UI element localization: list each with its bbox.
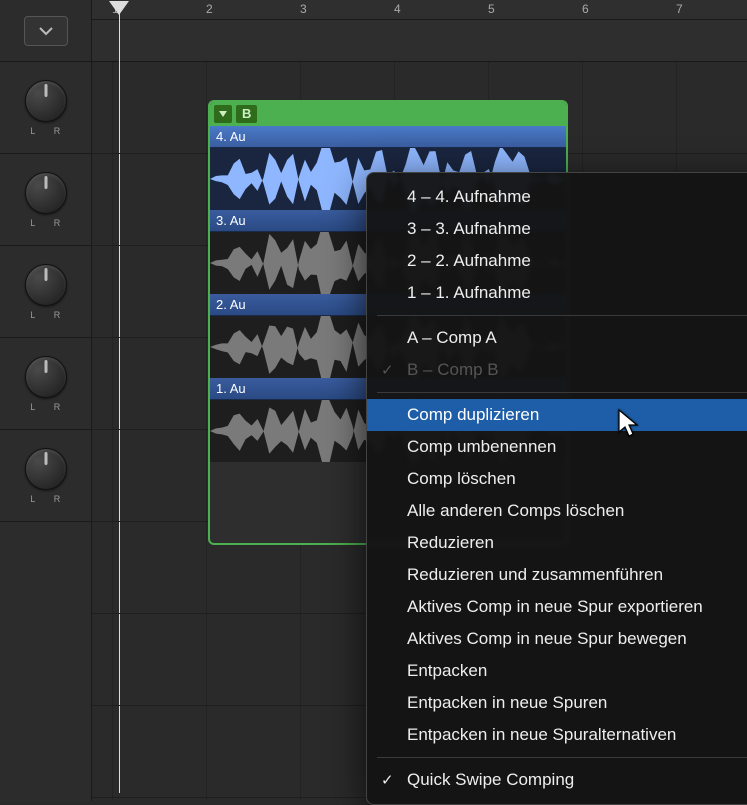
checkmark-icon: ✓ — [381, 360, 394, 382]
take-folder-header[interactable]: B — [210, 102, 566, 126]
menu-item: ✓ B – Comp B — [367, 354, 747, 386]
playhead[interactable] — [109, 1, 129, 15]
menu-item[interactable]: Aktives Comp in neue Spur exportieren — [367, 591, 747, 623]
menu-item[interactable]: Comp duplizieren — [367, 399, 747, 431]
menu-item[interactable]: Comp umbenennen — [367, 431, 747, 463]
pan-left-label: L — [30, 310, 36, 320]
pan-right-label: R — [54, 402, 61, 412]
track-header-sidebar: L R L R L R L R L R — [0, 0, 92, 801]
pan-label: L R — [30, 310, 61, 320]
menu-item-label: Entpacken in neue Spuralternativen — [407, 725, 676, 744]
menu-item[interactable]: Comp löschen — [367, 463, 747, 495]
menu-item-label: Reduzieren und zusammenführen — [407, 565, 663, 584]
menu-item-label: 4 – 4. Aufnahme — [407, 187, 531, 206]
menu-item-label: Entpacken in neue Spuren — [407, 693, 607, 712]
take-lane-label: 4. Au — [216, 129, 246, 144]
pan-label: L R — [30, 494, 61, 504]
menu-item-label: 1 – 1. Aufnahme — [407, 283, 531, 302]
pan-label: L R — [30, 126, 61, 136]
ruler-number: 5 — [488, 2, 495, 16]
arrange-area[interactable]: 1234567 B 4. Au 3. Au — [92, 0, 747, 801]
pan-left-label: L — [30, 218, 36, 228]
menu-item-label: Aktives Comp in neue Spur exportieren — [407, 597, 703, 616]
take-lane-label: 2. Au — [216, 297, 246, 312]
timeline-ruler[interactable]: 1234567 — [92, 0, 747, 20]
take-lane-label: 3. Au — [216, 213, 246, 228]
menu-item-label: Comp duplizieren — [407, 405, 539, 424]
ruler-number: 2 — [206, 2, 213, 16]
menu-separator — [377, 315, 747, 316]
track-list-dropdown[interactable] — [24, 16, 68, 46]
menu-item[interactable]: ✓ Quick Swipe Comping — [367, 764, 747, 796]
menu-item-label: Alle anderen Comps löschen — [407, 501, 624, 520]
track-header[interactable]: L R — [0, 62, 91, 154]
pan-knob[interactable] — [25, 264, 67, 306]
pan-right-label: R — [54, 494, 61, 504]
menu-item-label: 3 – 3. Aufnahme — [407, 219, 531, 238]
take-folder-context-menu: 4 – 4. Aufnahme 3 – 3. Aufnahme 2 – 2. Auf… — [366, 172, 747, 805]
ruler-body — [92, 20, 747, 62]
pan-left-label: L — [30, 402, 36, 412]
take-comp-badge[interactable]: B — [236, 105, 257, 123]
mouse-cursor-icon — [617, 408, 641, 443]
ruler-number: 4 — [394, 2, 401, 16]
track-header[interactable]: L R — [0, 430, 91, 522]
menu-item[interactable]: Entpacken in neue Spuren — [367, 687, 747, 719]
take-lane-header[interactable]: 4. Au — [210, 126, 566, 148]
ruler-number: 6 — [582, 2, 589, 16]
menu-separator — [377, 757, 747, 758]
menu-item[interactable]: Entpacken in neue Spuralternativen — [367, 719, 747, 751]
pan-label: L R — [30, 218, 61, 228]
menu-item[interactable]: 1 – 1. Aufnahme — [367, 277, 747, 309]
menu-item[interactable]: Reduzieren und zusammenführen — [367, 559, 747, 591]
menu-item[interactable]: 4 – 4. Aufnahme — [367, 181, 747, 213]
pan-knob[interactable] — [25, 356, 67, 398]
menu-item-label: Reduzieren — [407, 533, 494, 552]
ruler-number: 7 — [676, 2, 683, 16]
menu-item[interactable]: 2 – 2. Aufnahme — [367, 245, 747, 277]
checkmark-icon: ✓ — [381, 770, 394, 792]
pan-label: L R — [30, 402, 61, 412]
menu-item-label: Entpacken — [407, 661, 487, 680]
menu-item[interactable]: Reduzieren — [367, 527, 747, 559]
menu-item[interactable]: A – Comp A — [367, 322, 747, 354]
chevron-down-icon — [38, 25, 54, 37]
pan-knob[interactable] — [25, 172, 67, 214]
menu-item-label: A – Comp A — [407, 328, 497, 347]
pan-right-label: R — [54, 310, 61, 320]
pan-left-label: L — [30, 494, 36, 504]
pan-left-label: L — [30, 126, 36, 136]
track-header[interactable]: L R — [0, 246, 91, 338]
pan-right-label: R — [54, 126, 61, 136]
menu-item-label: 2 – 2. Aufnahme — [407, 251, 531, 270]
menu-item[interactable]: 3 – 3. Aufnahme — [367, 213, 747, 245]
sidebar-top — [0, 0, 91, 62]
take-lane-label: 1. Au — [216, 381, 246, 396]
menu-item-label: Comp löschen — [407, 469, 516, 488]
menu-item[interactable]: Aktives Comp in neue Spur bewegen — [367, 623, 747, 655]
disclosure-triangle-icon[interactable] — [214, 105, 232, 123]
menu-separator — [377, 392, 747, 393]
menu-item-label: Comp umbenennen — [407, 437, 556, 456]
menu-item[interactable]: Alle anderen Comps löschen — [367, 495, 747, 527]
pan-knob[interactable] — [25, 80, 67, 122]
track-header[interactable]: L R — [0, 338, 91, 430]
menu-item-label: Aktives Comp in neue Spur bewegen — [407, 629, 687, 648]
menu-item-label: B – Comp B — [407, 360, 499, 379]
pan-knob[interactable] — [25, 448, 67, 490]
pan-right-label: R — [54, 218, 61, 228]
ruler-number: 3 — [300, 2, 307, 16]
track-header[interactable]: L R — [0, 154, 91, 246]
menu-item-label: Quick Swipe Comping — [407, 770, 574, 789]
menu-item[interactable]: Entpacken — [367, 655, 747, 687]
